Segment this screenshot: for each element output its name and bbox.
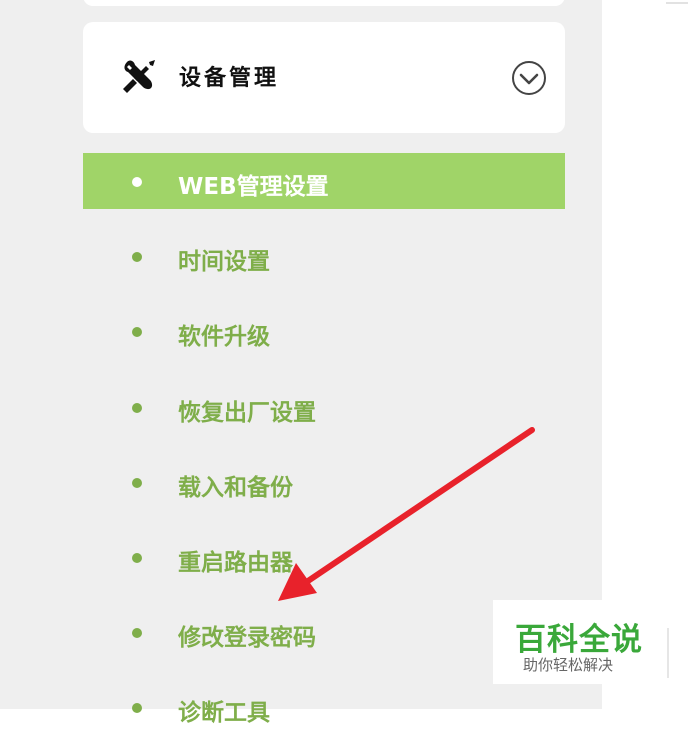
bullet-icon [132, 703, 142, 713]
menu-item-reboot-router[interactable]: 重启路由器 [83, 529, 565, 585]
device-management-section-header[interactable]: 设备管理 [83, 22, 565, 133]
menu-item-time-settings[interactable]: 时间设置 [83, 228, 565, 284]
menu-item-load-backup[interactable]: 载入和备份 [83, 454, 565, 510]
chevron-down-circle-icon[interactable] [510, 59, 548, 97]
watermark-title: 百科全说 [515, 622, 643, 658]
menu-item-label: 软件升级 [178, 324, 270, 350]
bullet-icon [132, 177, 142, 187]
menu-item-label: 重启路由器 [178, 550, 293, 576]
bullet-icon [132, 553, 142, 563]
bullet-icon [132, 327, 142, 337]
bullet-icon [132, 252, 142, 262]
menu-item-label: WEB管理设置 [178, 174, 329, 200]
divider [666, 2, 688, 4]
menu-item-label: 修改登录密码 [178, 625, 316, 651]
menu-item-software-upgrade[interactable]: 软件升级 [83, 303, 565, 359]
tools-icon [123, 60, 155, 93]
bullet-icon [132, 403, 142, 413]
menu-item-web-management[interactable]: WEB管理设置 [83, 153, 565, 209]
section-title: 设备管理 [179, 66, 280, 91]
bullet-icon [132, 478, 142, 488]
bullet-icon [132, 628, 142, 638]
menu-item-label: 恢复出厂设置 [178, 400, 316, 426]
menu-item-label: 时间设置 [178, 249, 270, 275]
divider [667, 628, 669, 678]
watermark-logo: 百科全说 助你轻松解决 [493, 600, 665, 684]
watermark-subtitle: 助你轻松解决 [523, 656, 614, 674]
previous-section-card[interactable] [83, 0, 565, 6]
menu-item-label: 载入和备份 [178, 475, 293, 501]
menu-item-diagnostic-tools[interactable]: 诊断工具 [83, 679, 565, 735]
menu-item-label: 诊断工具 [178, 700, 270, 726]
menu-item-factory-reset[interactable]: 恢复出厂设置 [83, 379, 565, 435]
